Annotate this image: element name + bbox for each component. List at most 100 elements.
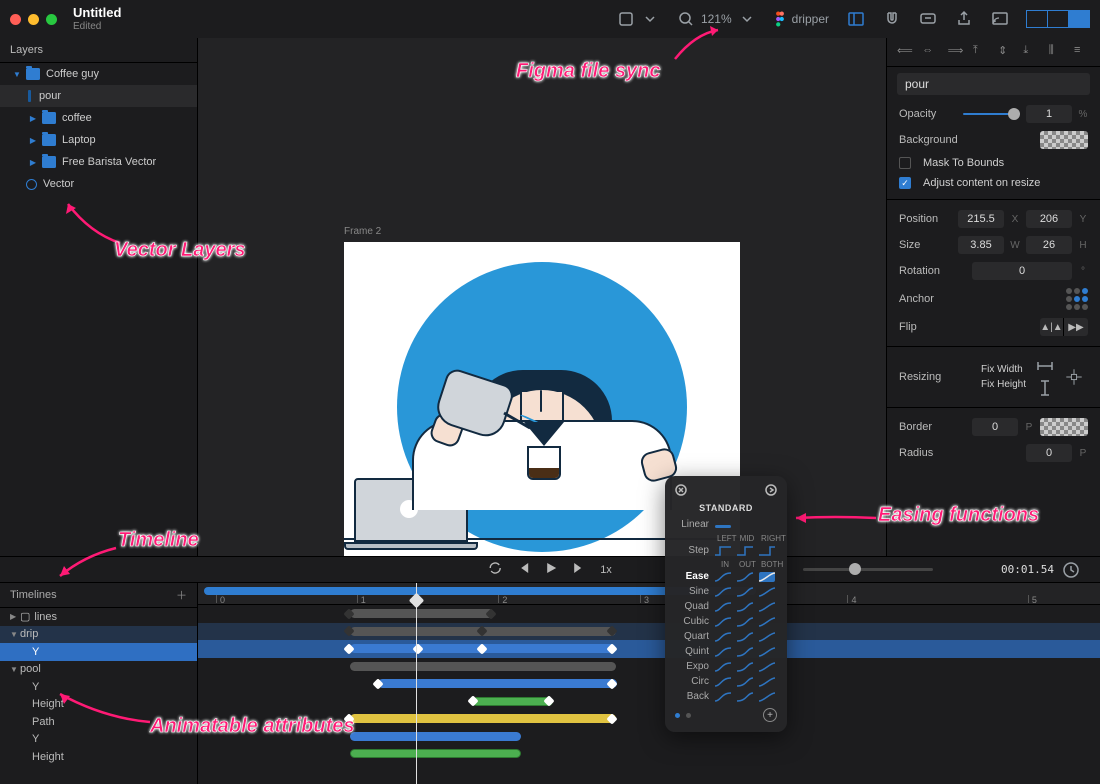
next-frame-icon[interactable] <box>572 561 586 578</box>
easing-expo[interactable]: Expo <box>675 661 777 672</box>
tl-y2[interactable]: Y <box>0 731 197 749</box>
chevron-down-icon <box>738 10 756 28</box>
pos-y-input[interactable]: 206 <box>1026 210 1072 228</box>
artboard-dropdown[interactable] <box>617 10 659 28</box>
border-input[interactable]: 0 <box>972 418 1018 436</box>
resizing-row: Resizing Fix Width Fix Height <box>887 353 1100 401</box>
border-swatch[interactable] <box>1040 418 1088 436</box>
easing-quart[interactable]: Quart <box>675 631 777 642</box>
timeline-tracks[interactable]: 0 1 2 3 4 5 <box>198 583 1100 784</box>
layer-name-input[interactable] <box>897 73 1090 95</box>
disclosure-icon[interactable]: ▼ <box>12 70 22 79</box>
flip-v-button[interactable]: ▶▶ <box>1064 318 1088 336</box>
easing-back[interactable]: Back <box>675 691 777 702</box>
minimize-window-icon[interactable] <box>28 14 39 25</box>
tl-height2[interactable]: Height <box>0 748 197 766</box>
mask-row[interactable]: Mask To Bounds <box>887 153 1100 173</box>
tl-lines[interactable]: ▶▢lines <box>0 608 197 626</box>
disclosure-icon[interactable]: ▶ <box>28 114 38 123</box>
figma-sync[interactable]: dripper <box>774 11 829 27</box>
layout-toggle[interactable] <box>1027 10 1090 28</box>
add-easing-icon[interactable]: + <box>763 708 777 722</box>
layout-left-icon[interactable] <box>1026 10 1048 28</box>
flip-label: Flip <box>899 321 1034 333</box>
loop-icon[interactable] <box>488 561 502 578</box>
title-text: Untitled <box>73 6 121 20</box>
align-right-icon[interactable]: ⟹ <box>948 44 964 60</box>
disclosure-icon[interactable]: ▶ <box>28 158 38 167</box>
time-ruler[interactable]: 0 1 2 3 4 5 <box>198 583 1100 605</box>
playback-rate[interactable]: 1x <box>600 564 612 576</box>
page-dot[interactable] <box>686 713 691 718</box>
easing-sine[interactable]: Sine <box>675 586 777 597</box>
easing-quint[interactable]: Quint <box>675 646 777 657</box>
width-input[interactable]: 3.85 <box>958 236 1004 254</box>
mask-label: Mask To Bounds <box>923 157 1004 169</box>
zoom-window-icon[interactable] <box>46 14 57 25</box>
anchor-grid[interactable] <box>1066 288 1088 310</box>
rotation-row: Rotation 0° <box>887 258 1100 284</box>
easing-cubic[interactable]: Cubic <box>675 616 777 627</box>
tl-drip-y[interactable]: Y <box>0 643 197 661</box>
cast-icon[interactable] <box>991 10 1009 28</box>
layer-label: Coffee guy <box>46 68 99 80</box>
flip-h-button[interactable]: ▲|▲ <box>1040 318 1064 336</box>
page-dot[interactable] <box>675 713 680 718</box>
next-icon[interactable] <box>765 484 777 499</box>
prev-frame-icon[interactable] <box>516 561 530 578</box>
layer-pour[interactable]: pour <box>0 85 197 107</box>
clock-icon[interactable] <box>1062 561 1080 579</box>
progress-slider[interactable] <box>803 568 933 571</box>
comment-icon[interactable] <box>919 10 937 28</box>
align-top-icon[interactable]: ⤒ <box>973 44 989 60</box>
easing-quad[interactable]: Quad <box>675 601 777 612</box>
background-swatch[interactable] <box>1040 131 1088 149</box>
rotation-label: Rotation <box>899 265 966 277</box>
checkbox-icon[interactable] <box>899 157 911 169</box>
pos-x-input[interactable]: 215.5 <box>958 210 1004 228</box>
height-input[interactable]: 26 <box>1026 236 1072 254</box>
layer-laptop[interactable]: ▶Laptop <box>0 129 197 151</box>
layer-coffee-guy[interactable]: ▼ Coffee guy <box>0 63 197 85</box>
adjust-row[interactable]: ✓Adjust content on resize <box>887 173 1100 193</box>
size-row: Size 3.85W 26H <box>887 232 1100 258</box>
opacity-value[interactable]: 1 <box>1026 105 1072 123</box>
distribute-v-icon[interactable]: ≡ <box>1074 44 1090 60</box>
checkbox-checked-icon[interactable]: ✓ <box>899 177 911 189</box>
add-timeline-icon[interactable]: ＋ <box>176 587 187 603</box>
timeline-panel: 1x 00:01.54 Timelines＋ ▶▢lines ▼drip Y ▼… <box>0 556 1100 784</box>
layer-vector[interactable]: Vector <box>0 173 197 195</box>
shape-icon <box>28 90 31 102</box>
align-left-icon[interactable]: ⟸ <box>897 44 913 60</box>
align-center-v-icon[interactable]: ⇕ <box>998 44 1014 60</box>
tl-drip[interactable]: ▼drip <box>0 626 197 644</box>
close-window-icon[interactable] <box>10 14 21 25</box>
magnet-icon[interactable] <box>883 10 901 28</box>
easing-linear[interactable]: Linear <box>675 519 709 530</box>
tl-pool[interactable]: ▼pool <box>0 661 197 679</box>
rotation-input[interactable]: 0 <box>972 262 1072 280</box>
easing-circ[interactable]: Circ <box>675 676 777 687</box>
align-center-h-icon[interactable]: ⇔ <box>922 44 938 60</box>
easing-ease[interactable]: Ease <box>675 571 777 582</box>
radius-input[interactable]: 0 <box>1026 444 1072 462</box>
layout-center-icon[interactable] <box>1047 10 1069 28</box>
distribute-h-icon[interactable]: ⫼ <box>1049 44 1065 60</box>
align-bottom-icon[interactable]: ⤓ <box>1023 44 1039 60</box>
disclosure-icon[interactable]: ▶ <box>28 136 38 145</box>
fix-height-icon[interactable] <box>1036 379 1054 397</box>
opacity-slider[interactable] <box>963 113 1021 115</box>
layout-right-icon[interactable] <box>1068 10 1090 28</box>
folder-icon <box>42 156 56 168</box>
layer-barista-vector[interactable]: ▶Free Barista Vector <box>0 151 197 173</box>
layer-coffee[interactable]: ▶coffee <box>0 107 197 129</box>
easing-step[interactable]: Step <box>675 545 709 556</box>
share-icon[interactable] <box>955 10 973 28</box>
fix-width-icon[interactable] <box>1036 357 1054 375</box>
constraints-icon[interactable] <box>1060 363 1088 391</box>
playhead[interactable] <box>416 583 417 784</box>
close-icon[interactable] <box>675 484 687 499</box>
panel-icon[interactable] <box>847 10 865 28</box>
figma-file-name: dripper <box>792 12 829 26</box>
play-icon[interactable] <box>544 561 558 578</box>
